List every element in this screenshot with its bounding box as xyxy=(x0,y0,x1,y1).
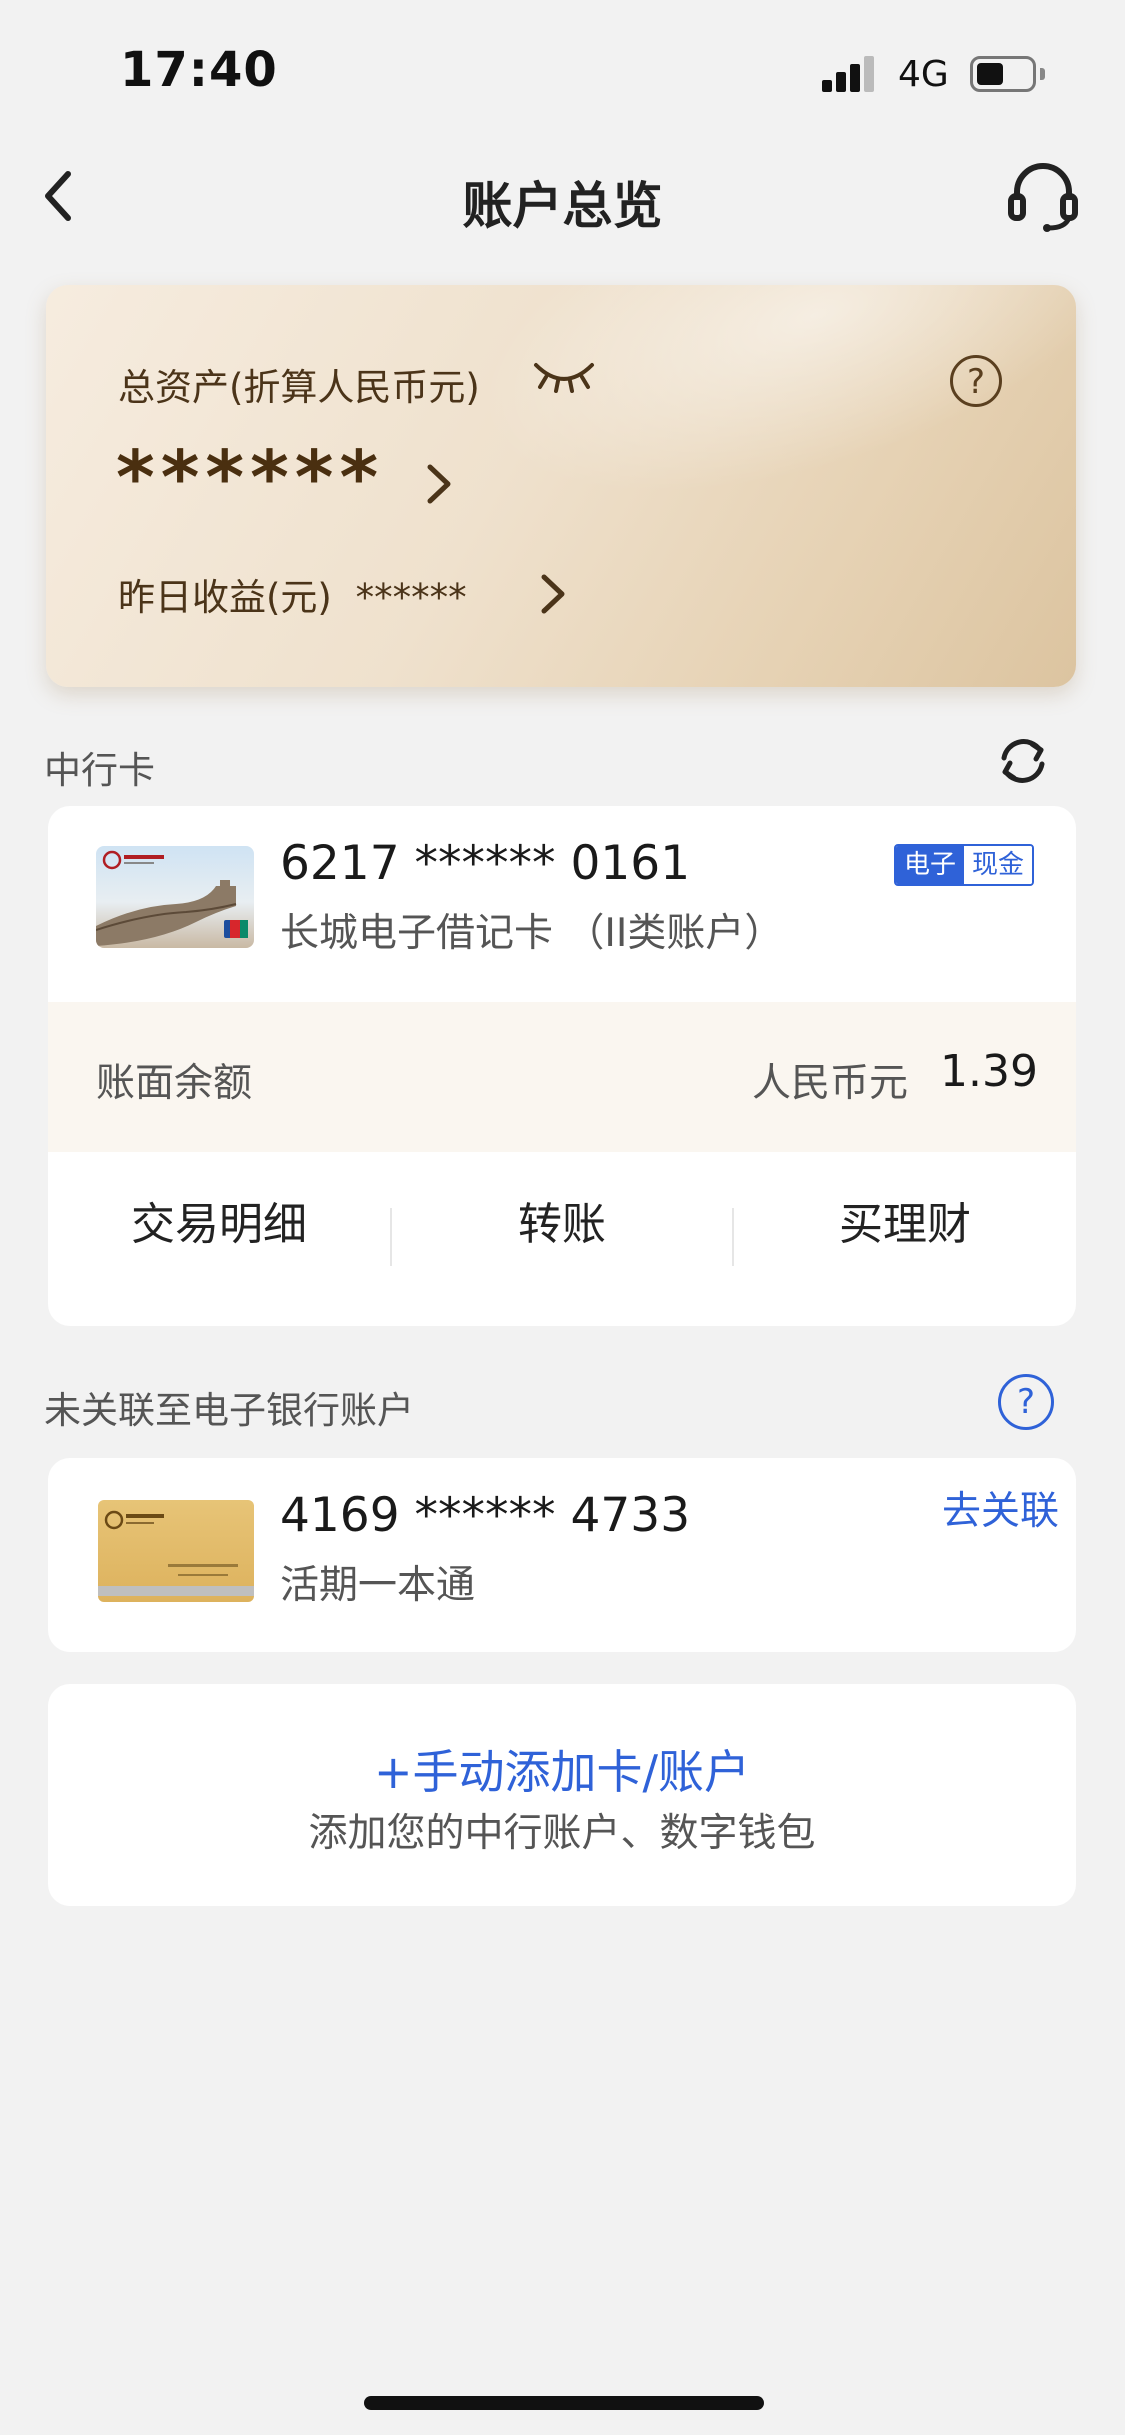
chevron-right-icon[interactable] xyxy=(532,567,572,621)
eye-closed-icon[interactable] xyxy=(532,357,596,393)
status-time: 17:40 xyxy=(120,42,278,98)
network-type: 4G xyxy=(898,54,949,95)
yesterday-earnings-value: ****** xyxy=(355,576,467,619)
section-label-boc-cards: 中行卡 xyxy=(44,749,155,792)
card-type: 活期一本通 xyxy=(280,1563,476,1608)
balance-value: 1.39 xyxy=(940,1046,1038,1097)
chevron-right-icon[interactable] xyxy=(418,457,458,511)
help-icon[interactable]: ? xyxy=(998,1374,1054,1430)
page-title: 账户总览 xyxy=(462,177,663,235)
headset-icon[interactable] xyxy=(1005,158,1081,234)
add-account-button[interactable]: +手动添加卡/账户 xyxy=(48,1736,1076,1802)
card-type: 长城电子借记卡 （II类账户） xyxy=(280,911,784,956)
help-icon[interactable]: ? xyxy=(950,355,1002,407)
ecash-badge-right: 现金 xyxy=(964,846,1033,884)
transaction-details-button[interactable]: 交易明细 xyxy=(48,1190,390,1260)
yesterday-earnings-label: 昨日收益(元) xyxy=(118,576,332,619)
refresh-icon[interactable] xyxy=(996,734,1050,788)
total-assets-card[interactable]: 总资产(折算人民币元) ? ****** 昨日收益(元) ****** xyxy=(46,285,1076,687)
passbook-card-panel[interactable]: 4169 ****** 4733 活期一本通 去关联 xyxy=(48,1458,1076,1652)
link-account-button[interactable]: 去关联 xyxy=(942,1480,1059,1536)
ecash-badge-left: 电子 xyxy=(896,846,965,884)
balance-currency: 人民币元 xyxy=(752,1061,909,1106)
debit-card-panel: 6217 ****** 0161 长城电子借记卡 （II类账户） 电子 现金 账… xyxy=(48,806,1076,1326)
section-label-unlinked: 未关联至电子银行账户 xyxy=(44,1389,414,1432)
card-number: 4169 ****** 4733 xyxy=(280,1488,691,1543)
yesterday-earnings[interactable]: 昨日收益(元) ****** xyxy=(118,567,467,621)
card-number: 6217 ****** 0161 xyxy=(280,836,691,891)
ecash-badge: 电子 现金 xyxy=(894,844,1035,886)
total-assets-label: 总资产(折算人民币元) xyxy=(118,366,480,409)
transfer-button[interactable]: 转账 xyxy=(392,1190,732,1260)
chevron-left-icon[interactable] xyxy=(40,168,76,224)
passbook-card-image xyxy=(98,1500,254,1602)
battery-tip xyxy=(1040,68,1045,80)
add-account-subtitle: 添加您的中行账户、数字钱包 xyxy=(308,1811,816,1856)
battery-icon xyxy=(970,56,1036,92)
great-wall-card-image xyxy=(96,846,254,948)
balance-row: 账面余额 人民币元 1.39 xyxy=(48,1002,1076,1152)
add-account-panel[interactable]: +手动添加卡/账户 添加您的中行账户、数字钱包 xyxy=(48,1684,1076,1906)
total-assets-value: ****** xyxy=(116,435,385,521)
home-indicator[interactable] xyxy=(364,2396,764,2410)
balance-label: 账面余额 xyxy=(96,1061,253,1106)
buy-wealth-product-button[interactable]: 买理财 xyxy=(734,1190,1076,1260)
signal-strength-icon xyxy=(822,56,878,92)
